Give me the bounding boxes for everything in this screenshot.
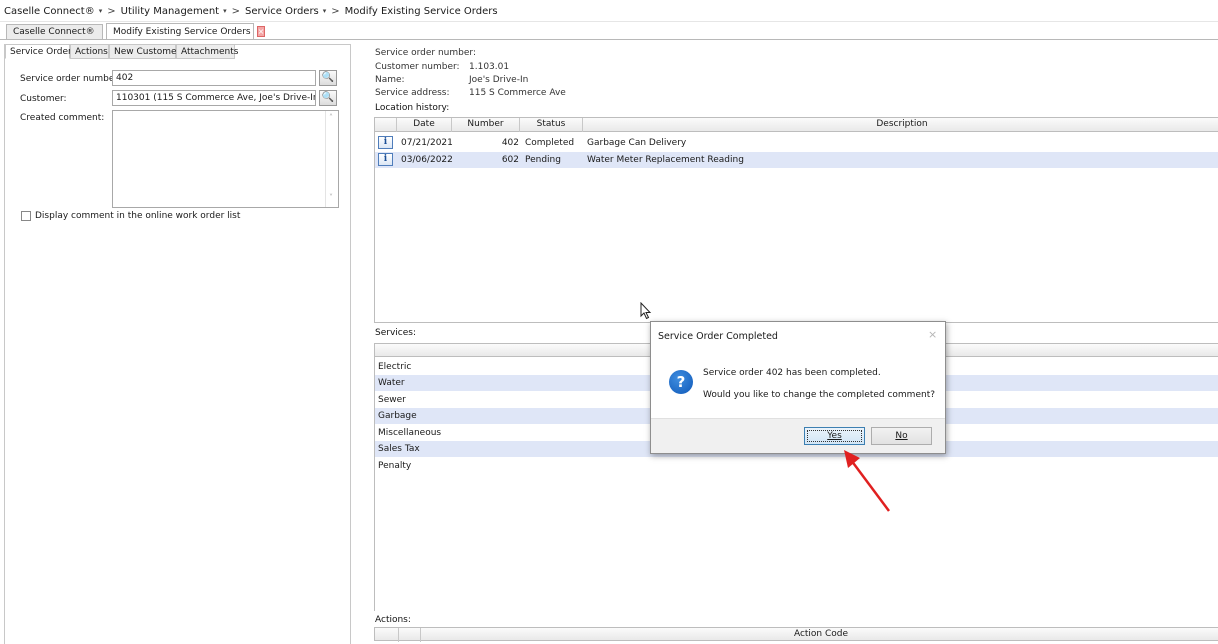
column-header-number[interactable]: Number xyxy=(452,118,520,132)
tab-actions[interactable]: Actions xyxy=(70,44,109,59)
display-comment-checkbox[interactable] xyxy=(21,211,31,221)
list-item[interactable]: Penalty xyxy=(374,458,1218,474)
breadcrumb-separator: > xyxy=(231,5,240,17)
breadcrumb-caselle-connect[interactable]: Caselle Connect® xyxy=(4,6,95,17)
table-row[interactable]: i 03/06/2022 602 Pending Water Meter Rep… xyxy=(375,152,1218,168)
breadcrumb-separator: > xyxy=(331,5,340,17)
tab-label: Actions xyxy=(75,47,108,57)
customer-label: Customer: xyxy=(20,94,67,104)
breadcrumb-separator: > xyxy=(107,5,116,17)
dialog-footer: Yes No xyxy=(651,418,945,453)
button-label: No xyxy=(895,431,908,441)
customer-number-label: Customer number: xyxy=(375,62,460,72)
row-status: Pending xyxy=(525,155,561,165)
mouse-cursor-icon xyxy=(640,302,652,320)
info-icon[interactable]: i xyxy=(378,136,393,149)
tab-new-customer[interactable]: New Customer xyxy=(109,44,180,59)
grid-header: Date Number Status Description xyxy=(375,118,1218,132)
tab-label: Modify Existing Service Orders xyxy=(113,26,251,37)
binoculars-icon[interactable]: 🔍 xyxy=(319,70,337,86)
breadcrumb-service-orders[interactable]: Service Orders xyxy=(245,6,319,17)
tab-label: New Customer xyxy=(114,47,181,57)
tab-service-order[interactable]: Service Order xyxy=(5,44,72,59)
actions-label: Actions: xyxy=(375,615,411,625)
tab-caselle-connect[interactable]: Caselle Connect® xyxy=(6,24,103,39)
breadcrumb: Caselle Connect® ▾ > Utility Management … xyxy=(4,4,498,18)
dialog-title: Service Order Completed xyxy=(658,331,778,342)
service-order-number-info-label: Service order number: xyxy=(375,48,476,58)
divider xyxy=(0,21,1218,22)
actions-grid-header: Action Code xyxy=(374,627,1218,642)
close-icon[interactable]: × xyxy=(928,328,937,341)
tab-label: Service Order xyxy=(10,47,72,57)
service-address-label: Service address: xyxy=(375,88,450,98)
info-icon[interactable]: i xyxy=(378,153,393,166)
row-status: Completed xyxy=(525,138,575,148)
column-header-description[interactable]: Description xyxy=(583,118,1218,132)
table-row[interactable]: i 07/21/2021 402 Completed Garbage Can D… xyxy=(375,135,1218,151)
customer-input[interactable]: 110301 (115 S Commerce Ave, Joe's Drive-… xyxy=(112,90,316,106)
dialog-message-completed: Service order 402 has been completed. xyxy=(703,368,881,378)
divider xyxy=(374,343,375,611)
location-history-label: Location history: xyxy=(375,103,450,113)
service-order-completed-dialog: Service Order Completed × ? Service orde… xyxy=(650,321,946,454)
tab-modify-existing-service-orders[interactable]: Modify Existing Service Orders × xyxy=(106,23,266,39)
location-history-grid: Date Number Status Description i 07/21/2… xyxy=(374,117,1218,323)
binoculars-icon[interactable]: 🔍 xyxy=(319,90,337,106)
row-number: 602 xyxy=(501,155,519,165)
created-comment-label: Created comment: xyxy=(20,113,105,123)
service-address-value: 115 S Commerce Ave xyxy=(469,88,566,98)
row-description: Water Meter Replacement Reading xyxy=(587,155,744,165)
row-date: 03/06/2022 xyxy=(401,155,453,165)
red-arrow-annotation xyxy=(844,450,891,512)
breadcrumb-utility-management[interactable]: Utility Management xyxy=(121,6,219,17)
chevron-down-icon[interactable]: ˅ xyxy=(329,193,333,202)
row-number: 402 xyxy=(501,138,519,148)
question-icon: ? xyxy=(669,370,693,394)
display-comment-label: Display comment in the online work order… xyxy=(35,211,241,221)
column-header-icon xyxy=(375,118,397,132)
chevron-down-icon[interactable]: ▾ xyxy=(99,7,103,15)
divider xyxy=(0,39,1218,40)
row-description: Garbage Can Delivery xyxy=(587,138,687,148)
scrollbar[interactable]: ˄ ˅ xyxy=(325,111,338,207)
name-value: Joe's Drive-In xyxy=(469,75,529,85)
tab-label: Caselle Connect® xyxy=(13,27,95,37)
chevron-down-icon[interactable]: ▾ xyxy=(223,7,227,15)
column-header-status[interactable]: Status xyxy=(520,118,583,132)
chevron-up-icon[interactable]: ˄ xyxy=(329,113,333,122)
service-order-number-input[interactable]: 402 xyxy=(112,70,316,86)
created-comment-textarea[interactable]: ˄ ˅ xyxy=(112,110,339,208)
column-header-date[interactable]: Date xyxy=(397,118,452,132)
name-label: Name: xyxy=(375,75,405,85)
chevron-down-icon[interactable]: ▾ xyxy=(323,7,327,15)
tab-attachments[interactable]: Attachments xyxy=(176,44,239,59)
services-label: Services: xyxy=(375,328,416,338)
breadcrumb-modify-existing[interactable]: Modify Existing Service Orders xyxy=(345,6,498,17)
row-date: 07/21/2021 xyxy=(401,138,453,148)
close-icon[interactable]: × xyxy=(256,26,266,37)
customer-number-value: 1.103.01 xyxy=(469,62,510,72)
dialog-message-question: Would you like to change the completed c… xyxy=(703,390,936,400)
tab-label: Attachments xyxy=(181,47,239,57)
service-order-number-label: Service order number: xyxy=(20,74,121,84)
